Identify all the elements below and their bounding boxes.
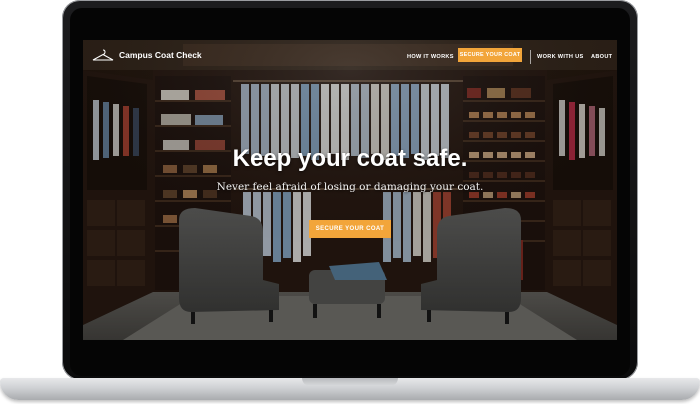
brand-name: Campus Coat Check xyxy=(119,50,202,60)
hero-secure-your-coat-button[interactable]: SECURE YOUR COAT xyxy=(309,220,391,238)
nav-work-with-us[interactable]: WORK WITH US xyxy=(537,54,583,60)
laptop-opening-notch xyxy=(302,378,398,386)
coat-hanger-icon xyxy=(92,49,114,61)
top-navigation: Campus Coat Check HOW IT WORKS SECURE YO… xyxy=(83,40,617,76)
hero-subtitle: Never feel afraid of losing or damaging … xyxy=(216,181,484,193)
brand-logo[interactable]: Campus Coat Check xyxy=(91,48,202,62)
laptop-base xyxy=(0,378,700,400)
nav-secure-your-coat-button[interactable]: SECURE YOUR COAT xyxy=(458,48,522,62)
nav-how-it-works[interactable]: HOW IT WORKS xyxy=(407,54,454,60)
nav-divider xyxy=(530,50,531,64)
hero-title: Keep your coat safe. xyxy=(232,145,468,172)
nav-about[interactable]: ABOUT xyxy=(591,54,612,60)
website-screen: Campus Coat Check HOW IT WORKS SECURE YO… xyxy=(83,40,617,340)
